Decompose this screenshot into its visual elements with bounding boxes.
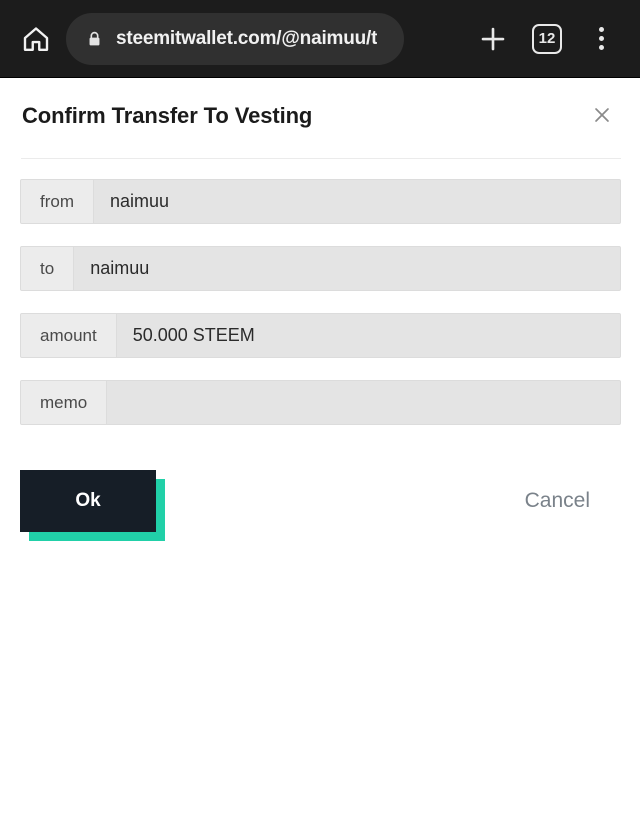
table-row: amount 50.000 STEEM xyxy=(20,313,621,358)
url-text: steemitwallet.com/@naimuu/t xyxy=(116,27,378,49)
dialog-actions: Ok Cancel xyxy=(0,466,640,541)
plus-icon xyxy=(481,27,505,50)
transfer-details-list: from naimuu to naimuu amount 50.000 STEE… xyxy=(0,159,640,425)
url-bar[interactable]: steemitwallet.com/@naimuu/t xyxy=(66,12,404,65)
field-value-from: naimuu xyxy=(110,191,170,211)
field-label-amount: amount xyxy=(21,314,117,357)
table-row: memo xyxy=(20,380,621,425)
field-label-to: to xyxy=(21,247,75,290)
tab-count-value: 12 xyxy=(538,30,556,47)
cancel-button[interactable]: Cancel xyxy=(515,481,600,521)
field-label-from: from xyxy=(21,180,94,223)
page-content: Confirm Transfer To Vesting from naimuu … xyxy=(0,78,640,825)
table-row: from naimuu xyxy=(20,179,621,224)
browser-actions: 12 xyxy=(404,13,626,65)
lock-icon xyxy=(84,28,104,50)
table-row: to naimuu xyxy=(20,246,621,291)
close-icon xyxy=(595,108,609,122)
field-value-to: naimuu xyxy=(90,258,150,278)
tab-count-badge: 12 xyxy=(532,23,562,54)
field-value-memo xyxy=(107,381,620,424)
dialog-title: Confirm Transfer To Vesting xyxy=(22,103,313,128)
overflow-menu-icon xyxy=(598,27,604,50)
field-label-memo: memo xyxy=(21,381,108,424)
browser-toolbar: steemitwallet.com/@naimuu/t 12 xyxy=(0,0,640,78)
browser-menu-button[interactable] xyxy=(576,13,626,65)
dialog-header: Confirm Transfer To Vesting xyxy=(0,78,640,129)
home-icon xyxy=(23,26,49,51)
home-button[interactable] xyxy=(10,13,62,65)
field-value-amount: 50.000 STEEM xyxy=(132,325,255,345)
close-dialog-button[interactable] xyxy=(588,101,616,129)
confirm-button-wrapper: Ok xyxy=(20,470,165,541)
new-tab-button[interactable] xyxy=(468,13,518,65)
tab-switcher-button[interactable]: 12 xyxy=(522,13,572,65)
ok-button[interactable]: Ok xyxy=(20,470,156,532)
